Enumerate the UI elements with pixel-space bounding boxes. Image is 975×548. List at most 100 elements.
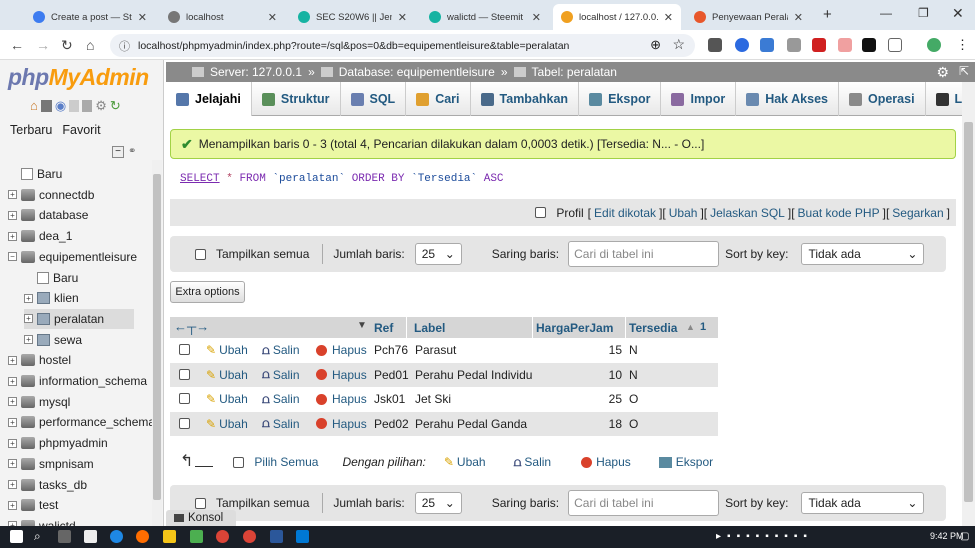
row-delete-button[interactable]: Hapus: [316, 338, 367, 362]
expand-icon[interactable]: +: [8, 417, 17, 427]
column-ref[interactable]: Ref: [374, 321, 393, 335]
link-icon[interactable]: ⚭: [128, 146, 142, 158]
zoom-icon[interactable]: ⊕: [650, 37, 661, 53]
tree-item-smpnisam[interactable]: + smpnisam: [8, 454, 94, 474]
cell-ref[interactable]: Ped02: [374, 412, 409, 436]
cell-ref[interactable]: Jsk01: [374, 387, 405, 411]
bulk-export-button[interactable]: Ekspor: [658, 455, 713, 469]
cell-ref[interactable]: Ped01: [374, 363, 409, 387]
collapse-icon[interactable]: ⇱: [959, 64, 969, 78]
tree-item-baru[interactable]: +Baru: [8, 164, 62, 184]
shield-icon[interactable]: [787, 38, 801, 52]
tree-item-hostel[interactable]: + hostel: [8, 350, 71, 370]
tree-item-tasks-db[interactable]: + tasks_db: [8, 475, 87, 495]
cell-label[interactable]: Perahu Pedal Individu: [415, 363, 532, 387]
extension-icon[interactable]: [708, 38, 722, 52]
extension-icon[interactable]: [838, 38, 852, 52]
expand-icon[interactable]: +: [24, 293, 33, 303]
breadcrumb-database[interactable]: Database: equipementleisure: [339, 65, 495, 79]
minimize-icon[interactable]: —: [880, 6, 892, 20]
expand-icon[interactable]: +: [8, 459, 17, 469]
site-info-icon[interactable]: ⓘ: [119, 38, 130, 54]
reload-icon[interactable]: ↻: [61, 37, 73, 54]
back-icon[interactable]: ←: [10, 37, 24, 53]
cell-label[interactable]: Parasut: [415, 338, 456, 362]
row-edit-button[interactable]: ✎ Ubah: [206, 412, 248, 436]
sort-select[interactable]: Tidak ada ⌄: [801, 492, 925, 514]
breadcrumb-table[interactable]: Tabel: peralatan: [532, 65, 617, 79]
chrome-icon[interactable]: [243, 530, 256, 543]
check-all-checkbox[interactable]: [233, 456, 245, 468]
tab-sql[interactable]: SQL: [341, 82, 407, 116]
row-copy-button[interactable]: ⩍ Salin: [262, 338, 300, 362]
tree-item-walictd[interactable]: + walictd: [8, 516, 76, 526]
expand-icon[interactable]: +: [8, 480, 17, 489]
filter-rows-input[interactable]: Cari di tabel ini: [568, 241, 720, 267]
cell-tersedia[interactable]: O: [629, 412, 638, 436]
sql-keyword[interactable]: SELECT: [180, 173, 220, 185]
expand-icon[interactable]: +: [8, 438, 17, 448]
cell-price[interactable]: 25: [536, 387, 622, 411]
main-scrollbar[interactable]: [962, 82, 975, 526]
tab-jelajahi[interactable]: Jelajahi: [166, 82, 252, 116]
collapse-icon[interactable]: −: [8, 252, 17, 262]
bulk-copy-button[interactable]: ⩍ Salin: [514, 455, 552, 470]
cell-price[interactable]: 15: [536, 338, 622, 362]
extra-options-button[interactable]: Extra options: [170, 281, 245, 303]
tree-item-equipementleisure[interactable]: − equipementleisure: [8, 247, 137, 267]
browser-menu-icon[interactable]: ⋮: [956, 37, 969, 53]
help-icon[interactable]: ◉: [55, 98, 66, 114]
tree-item-klien[interactable]: + klien: [24, 288, 79, 308]
home-icon[interactable]: ⌂: [86, 37, 94, 53]
tab-close-icon[interactable]: ✕: [268, 11, 277, 24]
cell-tersedia[interactable]: O: [629, 387, 638, 411]
tab-impor[interactable]: Impor: [661, 82, 737, 116]
column-tersedia[interactable]: Tersedia: [629, 321, 677, 335]
settings-gear-icon[interactable]: ⚙: [936, 64, 949, 81]
edge-icon[interactable]: [110, 530, 123, 543]
profil-checkbox[interactable]: [535, 207, 547, 218]
query-link-jelaskan-sql[interactable]: Jelaskan SQL: [707, 206, 788, 220]
tree-item-sewa[interactable]: + sewa: [24, 330, 82, 350]
filter-rows-input[interactable]: Cari di tabel ini: [568, 490, 720, 516]
browser-tab[interactable]: Penyewaan Peralatan ✕: [686, 4, 811, 30]
nav-scrollbar[interactable]: [152, 160, 162, 526]
browser-tab[interactable]: walictd — Steemit ✕: [421, 4, 549, 30]
firefox-icon[interactable]: [136, 530, 149, 543]
recent-tab[interactable]: Terbaru: [10, 123, 52, 137]
profile-avatar[interactable]: [927, 38, 941, 52]
tree-item-dea-1[interactable]: + dea_1: [8, 226, 72, 246]
cell-tersedia[interactable]: N: [629, 363, 638, 387]
cell-label[interactable]: Jet Ski: [415, 387, 451, 411]
file-explorer-icon[interactable]: [163, 530, 176, 543]
query-link-edit-dikotak[interactable]: Edit dikotak: [591, 206, 659, 220]
app-icon[interactable]: [190, 530, 203, 543]
row-copy-button[interactable]: ⩍ Salin: [262, 412, 300, 436]
row-checkbox[interactable]: [179, 393, 190, 404]
breadcrumb-server[interactable]: Server: 127.0.0.1: [210, 65, 302, 79]
query-link-segarkan[interactable]: Segarkan: [889, 206, 946, 220]
query-link-buat-kode-php[interactable]: Buat kode PHP: [795, 206, 883, 220]
favorites-tab[interactable]: Favorit: [62, 123, 100, 137]
expand-icon[interactable]: +: [24, 335, 33, 345]
home-icon[interactable]: ⌂: [30, 98, 38, 114]
row-edit-button[interactable]: ✎ Ubah: [206, 387, 248, 411]
tree-item-information-schema[interactable]: + information_schema: [8, 371, 147, 391]
collapse-all-icon[interactable]: −: [112, 146, 124, 158]
tab-tambahkan[interactable]: Tambahkan: [471, 82, 580, 116]
tab-struktur[interactable]: Struktur: [252, 82, 341, 116]
expand-icon[interactable]: +: [24, 314, 33, 324]
tree-item-connectdb[interactable]: + connectdb: [8, 185, 94, 205]
column-arrows-icon[interactable]: ←┬→: [174, 319, 209, 334]
forward-icon[interactable]: →: [36, 37, 50, 53]
clock[interactable]: 9:42 PM: [930, 531, 964, 541]
expand-icon[interactable]: +: [8, 231, 17, 241]
cell-tersedia[interactable]: N: [629, 338, 638, 362]
row-copy-button[interactable]: ⩍ Salin: [262, 363, 300, 387]
phpmyadmin-logo[interactable]: phpMyAdmin: [8, 64, 149, 91]
browser-tab[interactable]: localhost / 127.0.0.1 ✕: [553, 4, 681, 30]
cell-price[interactable]: 10: [536, 363, 622, 387]
translate-icon[interactable]: [760, 38, 774, 52]
chrome-icon[interactable]: [216, 530, 229, 543]
restore-icon[interactable]: ❐: [918, 6, 929, 20]
